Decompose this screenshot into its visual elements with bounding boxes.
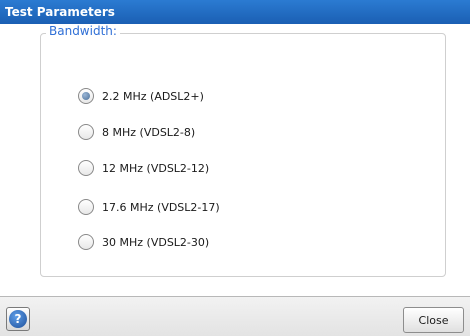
bandwidth-option-12mhz[interactable]: 12 MHz (VDSL2-12) <box>78 158 209 178</box>
radio-button-checked[interactable] <box>78 88 94 104</box>
bandwidth-option-8mhz[interactable]: 8 MHz (VDSL2-8) <box>78 122 195 142</box>
dialog-footer <box>0 296 470 336</box>
bandwidth-group-label: Bandwidth: <box>46 24 120 38</box>
window-title: Test Parameters <box>0 0 470 24</box>
help-button[interactable]: ? <box>6 307 30 331</box>
bandwidth-option-label: 30 MHz (VDSL2-30) <box>102 235 210 249</box>
radio-button[interactable] <box>78 199 94 215</box>
bandwidth-option-label: 2.2 MHz (ADSL2+) <box>102 89 204 103</box>
bandwidth-option-30mhz[interactable]: 30 MHz (VDSL2-30) <box>78 232 209 252</box>
bandwidth-option-17-6mhz[interactable]: 17.6 MHz (VDSL2-17) <box>78 197 220 217</box>
bandwidth-option-label: 8 MHz (VDSL2-8) <box>102 125 196 139</box>
radio-button[interactable] <box>78 124 94 140</box>
bandwidth-option-2-2mhz[interactable]: 2.2 MHz (ADSL2+) <box>78 86 204 106</box>
radio-button[interactable] <box>78 234 94 250</box>
question-mark-icon: ? <box>9 310 27 328</box>
bandwidth-option-label: 12 MHz (VDSL2-12) <box>102 161 210 175</box>
close-button[interactable]: Close <box>403 307 464 333</box>
test-parameters-dialog: Test Parameters Bandwidth: 2.2 MHz (ADSL… <box>0 0 470 336</box>
bandwidth-option-label: 17.6 MHz (VDSL2-17) <box>102 200 220 214</box>
radio-button[interactable] <box>78 160 94 176</box>
